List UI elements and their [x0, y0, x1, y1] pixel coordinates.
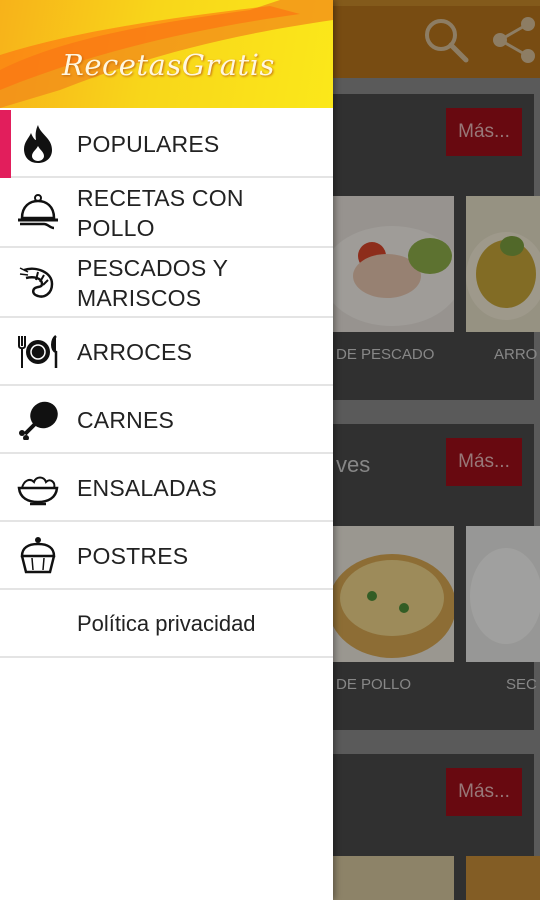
menu-item-pescados-y-mariscos[interactable]: PESCADOS Y MARISCOS — [0, 248, 333, 318]
menu-item-label: RECETAS CON POLLO — [77, 185, 244, 241]
menu-item-postres[interactable]: POSTRES — [0, 522, 333, 590]
shrimp-icon — [19, 267, 54, 298]
menu-item-recetas-con-pollo[interactable]: RECETAS CON POLLO — [0, 178, 333, 248]
menu-item-label: CARNES — [77, 407, 175, 433]
menu-item-privacy-policy[interactable]: Política privacidad — [0, 590, 333, 658]
menu-item-label: POSTRES — [77, 543, 189, 569]
menu-item-label: PESCADOS Y MARISCOS — [77, 255, 228, 311]
menu-item-label: ENSALADAS — [77, 475, 217, 501]
drawer-header: RecetasGratis — [0, 0, 333, 108]
menu-item-populares[interactable]: POPULARES — [0, 110, 333, 178]
salad-icon — [17, 476, 59, 506]
menu-item-ensaladas[interactable]: ENSALADAS — [0, 454, 333, 522]
menu-item-carnes[interactable]: CARNES — [0, 386, 333, 454]
serving-dish-icon — [18, 194, 58, 230]
active-indicator — [0, 110, 11, 178]
cake-icon — [20, 537, 56, 574]
menu-item-label: Política privacidad — [77, 611, 256, 636]
menu-item-label: POPULARES — [77, 131, 220, 157]
navigation-drawer: RecetasGratis POPULARES RECETAS CON POLL… — [0, 0, 333, 900]
app-logo: RecetasGratis — [62, 48, 275, 82]
drumstick-icon — [19, 401, 58, 440]
plate-cutlery-icon — [18, 335, 58, 368]
flame-icon — [24, 125, 52, 163]
menu-item-label: ARROCES — [77, 339, 193, 365]
menu-item-arroces[interactable]: ARROCES — [0, 318, 333, 386]
